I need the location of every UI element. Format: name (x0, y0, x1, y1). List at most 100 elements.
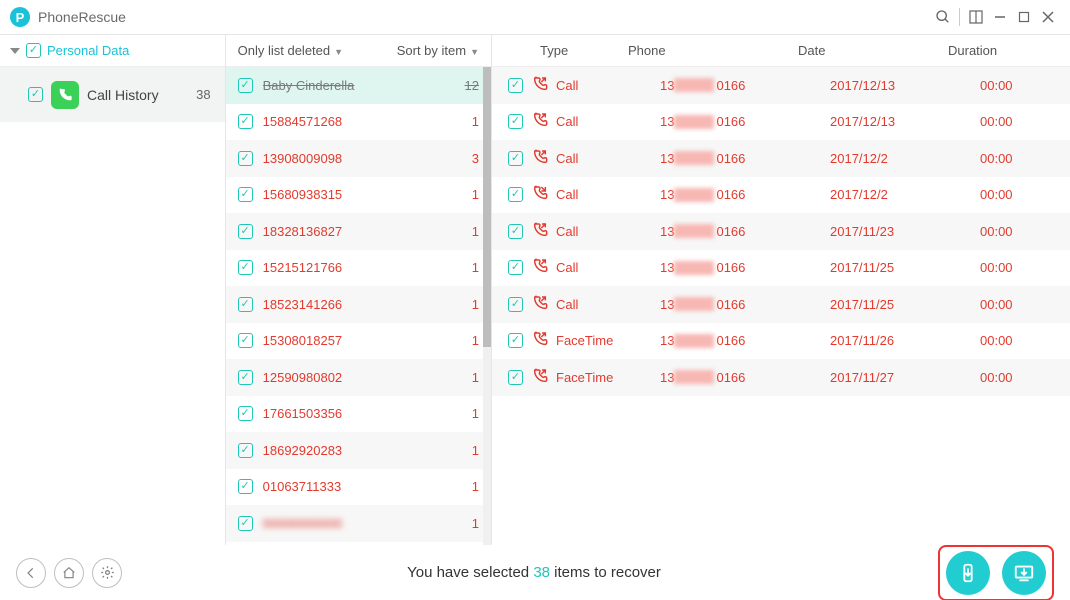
checkbox-icon[interactable] (238, 78, 253, 93)
sidebar-root[interactable]: Personal Data (0, 35, 225, 67)
table-row[interactable]: FaceTime1301662017/11/2600:00 (492, 323, 1070, 360)
checkbox-icon[interactable] (508, 151, 523, 166)
cell-phone: 130166 (660, 114, 830, 129)
checkbox-icon[interactable] (238, 479, 253, 494)
table-row[interactable]: Call1301662017/12/1300:00 (492, 67, 1070, 104)
list-item-count: 1 (472, 443, 479, 458)
app-logo-icon: P (10, 7, 30, 27)
list-item[interactable]: 153080182571 (226, 323, 491, 360)
col-phone: Phone (628, 43, 798, 58)
cell-type: Call (532, 295, 660, 314)
recover-to-computer-button[interactable] (1002, 551, 1046, 595)
list-item[interactable]: 125909808021 (226, 359, 491, 396)
table-row[interactable]: Call1301662017/12/1300:00 (492, 104, 1070, 141)
cell-type: Call (532, 258, 660, 277)
table-row[interactable]: Call1301662017/11/2300:00 (492, 213, 1070, 250)
cell-duration: 00:00 (980, 297, 1070, 312)
list-item[interactable]: 01063711333 1 (226, 469, 491, 506)
recover-action-group (938, 545, 1054, 600)
cell-phone: 130166 (660, 224, 830, 239)
cell-date: 2017/11/25 (830, 260, 980, 275)
checkbox-icon[interactable] (508, 370, 523, 385)
checkbox-icon[interactable] (508, 260, 523, 275)
checkbox-icon[interactable] (238, 187, 253, 202)
checkbox-icon[interactable] (508, 224, 523, 239)
phone-app-icon (51, 81, 79, 109)
checkbox-icon[interactable] (238, 151, 253, 166)
list-item[interactable]: 186929202831 (226, 432, 491, 469)
scrollbar[interactable] (483, 67, 491, 545)
settings-button[interactable] (92, 558, 122, 588)
table-row[interactable]: FaceTime1301662017/11/2700:00 (492, 359, 1070, 396)
scroll-thumb[interactable] (483, 67, 491, 347)
checkbox-icon[interactable] (238, 406, 253, 421)
recover-to-device-button[interactable] (946, 551, 990, 595)
cell-phone: 130166 (660, 370, 830, 385)
cell-type: Call (532, 222, 660, 241)
checkbox-icon[interactable] (508, 297, 523, 312)
filter-dropdown[interactable]: Only list deleted▼ (238, 43, 343, 58)
cell-type: FaceTime (532, 368, 660, 387)
list-item[interactable]: 183281368271 (226, 213, 491, 250)
cell-type: Call (532, 112, 660, 131)
checkbox-icon[interactable] (238, 443, 253, 458)
checkbox-icon[interactable] (238, 260, 253, 275)
list-item[interactable]: 000000000001 (226, 505, 491, 542)
checkbox-icon[interactable] (28, 87, 43, 102)
checkbox-icon[interactable] (508, 187, 523, 202)
call-direction-icon (532, 76, 548, 95)
back-button[interactable] (16, 558, 46, 588)
checkbox-icon[interactable] (238, 224, 253, 239)
list-item[interactable]: 185231412661 (226, 286, 491, 323)
list-item-name: 01063711333 (263, 479, 462, 494)
checkbox-icon[interactable] (238, 114, 253, 129)
checkbox-icon[interactable] (238, 516, 253, 531)
cell-duration: 00:00 (980, 333, 1070, 348)
cell-date: 2017/11/23 (830, 224, 980, 239)
home-button[interactable] (54, 558, 84, 588)
call-direction-icon (532, 368, 548, 387)
list-item-count: 1 (472, 333, 479, 348)
caret-down-icon (10, 48, 20, 54)
cell-duration: 00:00 (980, 151, 1070, 166)
minimize-icon[interactable] (988, 5, 1012, 29)
list-item-count: 1 (472, 260, 479, 275)
table-row[interactable]: Call1301662017/11/2500:00 (492, 250, 1070, 287)
cell-phone: 130166 (660, 333, 830, 348)
list-item-count: 3 (472, 151, 479, 166)
list-item-count: 1 (472, 114, 479, 129)
redacted-segment (674, 188, 714, 202)
checkbox-icon[interactable] (508, 114, 523, 129)
list-item-count: 1 (472, 479, 479, 494)
list-item-count: 1 (472, 224, 479, 239)
checkbox-icon[interactable] (238, 297, 253, 312)
close-icon[interactable] (1036, 5, 1060, 29)
table-row[interactable]: Call1301662017/12/200:00 (492, 177, 1070, 214)
list-item[interactable]: 156809383151 (226, 177, 491, 214)
checkbox-icon[interactable] (238, 333, 253, 348)
call-direction-icon (532, 222, 548, 241)
redacted-segment (674, 261, 714, 275)
sort-dropdown[interactable]: Sort by item▼ (397, 43, 479, 58)
layout-icon[interactable] (964, 5, 988, 29)
divider (959, 8, 960, 26)
list-item[interactable]: 158845712681 (226, 104, 491, 141)
table-row[interactable]: Call1301662017/12/200:00 (492, 140, 1070, 177)
table-row[interactable]: Call1301662017/11/2500:00 (492, 286, 1070, 323)
cell-type: Call (532, 76, 660, 95)
list-item-name: 18523141266 (263, 297, 462, 312)
list-item[interactable]: 139080090983 (226, 140, 491, 177)
list-item-count: 1 (472, 370, 479, 385)
checkbox-icon[interactable] (508, 333, 523, 348)
list-item[interactable]: 152151217661 (226, 250, 491, 287)
list-item[interactable]: Baby Cinderella12 (226, 67, 491, 104)
checkbox-icon[interactable] (238, 370, 253, 385)
sidebar-item-call-history[interactable]: Call History 38 (0, 67, 225, 122)
maximize-icon[interactable] (1012, 5, 1036, 29)
search-icon[interactable] (931, 5, 955, 29)
checkbox-icon[interactable] (508, 78, 523, 93)
col-type: Type (508, 43, 628, 58)
list-item[interactable]: 176615033561 (226, 396, 491, 433)
cell-date: 2017/11/27 (830, 370, 980, 385)
checkbox-icon[interactable] (26, 43, 41, 58)
